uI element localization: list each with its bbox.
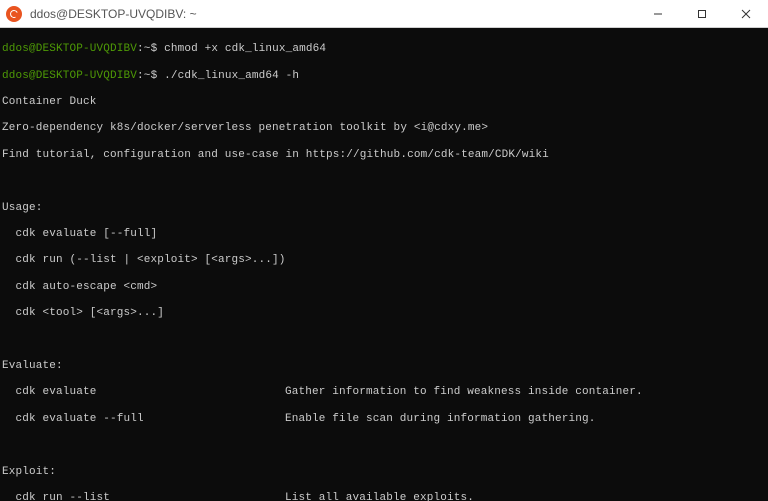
row-desc: Gather information to find weakness insi… <box>285 386 766 399</box>
prompt-line: ddos@DESKTOP-UVQDIBV:~$ ./cdk_linux_amd6… <box>2 70 766 83</box>
prompt-marker: $ <box>151 43 158 55</box>
exploit-title: Exploit: <box>2 466 766 479</box>
row-cmd: cdk evaluate <box>2 386 285 399</box>
usage-title: Usage: <box>2 202 766 215</box>
prompt-user: ddos@DESKTOP-UVQDIBV <box>2 43 137 55</box>
row-cmd: cdk evaluate --full <box>2 413 285 426</box>
exploit-row: cdk run --listList all available exploit… <box>2 492 766 501</box>
row-desc: List all available exploits. <box>285 492 766 501</box>
terminal-output[interactable]: ddos@DESKTOP-UVQDIBV:~$ chmod +x cdk_lin… <box>0 28 768 501</box>
prompt-path: ~ <box>144 70 151 82</box>
blank-line <box>2 334 766 347</box>
usage-line: cdk run (--list | <exploit> [<args>...]) <box>2 254 766 267</box>
usage-line: cdk evaluate [--full] <box>2 228 766 241</box>
prompt-path: ~ <box>144 43 151 55</box>
program-docs: Find tutorial, configuration and use-cas… <box>2 149 766 162</box>
usage-line: cdk auto-escape <cmd> <box>2 281 766 294</box>
close-button[interactable] <box>724 0 768 27</box>
prompt-user: ddos@DESKTOP-UVQDIBV <box>2 70 137 82</box>
usage-line: cdk <tool> [<args>...] <box>2 307 766 320</box>
prompt-sep: : <box>137 43 144 55</box>
ubuntu-icon <box>6 6 22 22</box>
prompt-line: ddos@DESKTOP-UVQDIBV:~$ chmod +x cdk_lin… <box>2 43 766 56</box>
maximize-button[interactable] <box>680 0 724 27</box>
row-desc: Enable file scan during information gath… <box>285 413 766 426</box>
prompt-sep: : <box>137 70 144 82</box>
command-2: ./cdk_linux_amd64 -h <box>164 70 299 82</box>
program-desc: Zero-dependency k8s/docker/serverless pe… <box>2 122 766 135</box>
blank-line <box>2 175 766 188</box>
row-cmd: cdk run --list <box>2 492 285 501</box>
evaluate-title: Evaluate: <box>2 360 766 373</box>
window-title: ddos@DESKTOP-UVQDIBV: ~ <box>30 7 636 21</box>
program-name: Container Duck <box>2 96 766 109</box>
blank-line <box>2 439 766 452</box>
minimize-button[interactable] <box>636 0 680 27</box>
command-1: chmod +x cdk_linux_amd64 <box>164 43 326 55</box>
evaluate-row: cdk evaluateGather information to find w… <box>2 386 766 399</box>
window-controls <box>636 0 768 27</box>
evaluate-row: cdk evaluate --fullEnable file scan duri… <box>2 413 766 426</box>
titlebar: ddos@DESKTOP-UVQDIBV: ~ <box>0 0 768 28</box>
prompt-marker: $ <box>151 70 158 82</box>
